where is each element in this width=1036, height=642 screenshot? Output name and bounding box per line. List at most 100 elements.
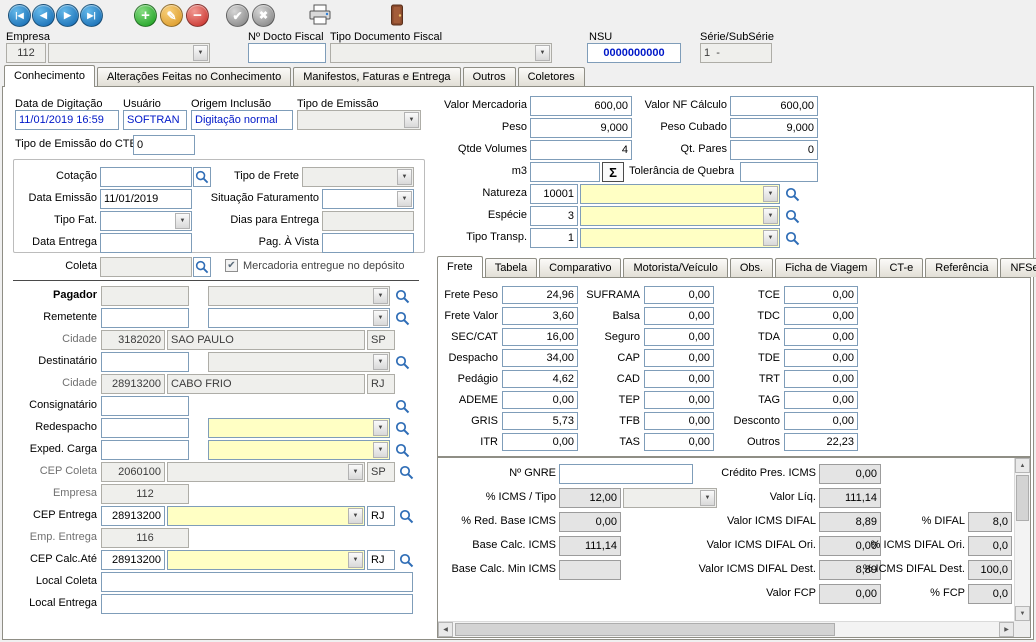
subtab-cte[interactable]: CT-e	[879, 258, 923, 277]
qtde-volumes-field[interactable]: 4	[530, 140, 632, 160]
frete-field[interactable]: 0,00	[502, 391, 578, 409]
frete-field[interactable]: 0,00	[784, 391, 858, 409]
scroll-up-icon[interactable]: ▲	[1015, 458, 1030, 473]
gnre-field[interactable]	[559, 464, 693, 484]
scroll-right-icon[interactable]: ▶	[999, 622, 1014, 637]
natureza-search-button[interactable]	[783, 184, 801, 204]
frete-field[interactable]: 34,00	[502, 349, 578, 367]
vertical-scrollbar-thumb[interactable]	[1016, 475, 1029, 521]
tipo-fat-select[interactable]: A Faturar ▼	[100, 211, 192, 231]
frete-field[interactable]: 0,00	[502, 433, 578, 451]
valor-mercadoria-field[interactable]: 600,00	[530, 96, 632, 116]
peso-cubado-field[interactable]: 9,000	[730, 118, 818, 138]
subtab-ficha-viagem[interactable]: Ficha de Viagem	[775, 258, 877, 277]
frete-field[interactable]: 22,23	[784, 433, 858, 451]
cep-entrega-codigo-field[interactable]: 28913200	[101, 506, 165, 526]
frete-field[interactable]: 24,96	[502, 286, 578, 304]
destinatario-codigo-field[interactable]	[101, 352, 189, 372]
subtab-comparativo[interactable]: Comparativo	[539, 258, 621, 277]
frete-field[interactable]: 0,00	[784, 412, 858, 430]
remetente-codigo-field[interactable]	[101, 308, 189, 328]
frete-field[interactable]: 0,00	[644, 412, 714, 430]
natureza-select[interactable]: Equipamentos hospitalares ▼	[580, 184, 780, 204]
redespacho-select[interactable]: ▼	[208, 418, 390, 438]
subtab-obs[interactable]: Obs.	[730, 258, 773, 277]
especie-search-button[interactable]	[783, 206, 801, 226]
tab-outros[interactable]: Outros	[463, 67, 516, 86]
cep-calc-codigo-field[interactable]: 28913200	[101, 550, 165, 570]
cotacao-search-button[interactable]	[193, 167, 211, 187]
situacao-faturamento-select[interactable]: Faturado ▼	[322, 189, 414, 209]
exit-button[interactable]	[388, 3, 406, 27]
subtab-referencia[interactable]: Referência	[925, 258, 998, 277]
last-record-button[interactable]: ▶|	[80, 4, 103, 27]
frete-field[interactable]: 0,00	[644, 286, 714, 304]
exped-carga-select[interactable]: ▼	[208, 440, 390, 460]
remetente-select[interactable]: ▼	[208, 308, 390, 328]
exped-carga-search-button[interactable]	[393, 440, 411, 460]
tab-manifestos[interactable]: Manifestos, Faturas e Entrega	[293, 67, 460, 86]
frete-field[interactable]: 0,00	[644, 307, 714, 325]
local-coleta-field[interactable]	[101, 572, 413, 592]
especie-codigo-field[interactable]: 3	[530, 206, 578, 226]
tolerancia-field[interactable]	[740, 162, 818, 182]
subtab-frete[interactable]: Frete	[437, 256, 483, 278]
tab-conhecimento[interactable]: Conhecimento	[4, 65, 95, 87]
subtab-tabela[interactable]: Tabela	[485, 258, 537, 277]
edit-record-button[interactable]: ✎	[160, 4, 183, 27]
tab-coletores[interactable]: Coletores	[518, 67, 585, 86]
frete-field[interactable]: 0,00	[784, 307, 858, 325]
cep-coleta-search-button[interactable]	[397, 462, 415, 482]
cotacao-field[interactable]	[100, 167, 192, 187]
nsu-field[interactable]: 0000000000	[587, 43, 681, 63]
redespacho-search-button[interactable]	[393, 418, 411, 438]
cep-calc-search-button[interactable]	[397, 550, 415, 570]
delete-record-button[interactable]: −	[186, 4, 209, 27]
cancel-button[interactable]: ✖	[252, 4, 275, 27]
tipo-emissao-cte-field[interactable]: 0	[133, 135, 195, 155]
print-button[interactable]	[306, 3, 334, 27]
next-record-button[interactable]: ▶	[56, 4, 79, 27]
horizontal-scrollbar-thumb[interactable]	[455, 623, 835, 636]
confirm-button[interactable]: ✔	[226, 4, 249, 27]
natureza-codigo-field[interactable]: 10001	[530, 184, 578, 204]
add-record-button[interactable]: +	[134, 4, 157, 27]
previous-record-button[interactable]: ◀	[32, 4, 55, 27]
cep-entrega-uf-field[interactable]: RJ	[367, 506, 395, 526]
remetente-search-button[interactable]	[393, 308, 411, 328]
docto-fiscal-field[interactable]	[248, 43, 326, 63]
data-entrega-field[interactable]	[100, 233, 192, 253]
local-entrega-field[interactable]	[101, 594, 413, 614]
sum-button[interactable]: Σ	[602, 162, 624, 182]
coleta-search-button[interactable]	[193, 257, 211, 277]
pag-avista-field[interactable]	[322, 233, 414, 253]
scroll-down-icon[interactable]: ▼	[1015, 606, 1030, 621]
frete-field[interactable]: 0,00	[644, 328, 714, 346]
consignatario-codigo-field[interactable]	[101, 396, 189, 416]
scroll-left-icon[interactable]: ◀	[438, 622, 453, 637]
cep-calc-uf-field[interactable]: RJ	[367, 550, 395, 570]
frete-field[interactable]: 5,73	[502, 412, 578, 430]
frete-field[interactable]: 0,00	[644, 391, 714, 409]
cep-entrega-cidade-select[interactable]: CABO FRIO ▼	[167, 506, 365, 526]
frete-field[interactable]: 0,00	[644, 370, 714, 388]
tipo-transp-select[interactable]: Carga Fracionada Cheia ▼	[580, 228, 780, 248]
frete-field[interactable]: 4,62	[502, 370, 578, 388]
tipo-transp-search-button[interactable]	[783, 228, 801, 248]
exped-carga-codigo-field[interactable]	[101, 440, 189, 460]
vertical-scrollbar[interactable]: ▲ ▼	[1014, 458, 1030, 621]
frete-field[interactable]: 16,00	[502, 328, 578, 346]
qt-pares-field[interactable]: 0	[730, 140, 818, 160]
frete-field[interactable]: 0,00	[784, 370, 858, 388]
pagador-search-button[interactable]	[393, 286, 411, 306]
tipo-transp-codigo-field[interactable]: 1	[530, 228, 578, 248]
cep-calc-cidade-select[interactable]: CABO FRIO ▼	[167, 550, 365, 570]
frete-field[interactable]: 0,00	[784, 349, 858, 367]
redespacho-codigo-field[interactable]	[101, 418, 189, 438]
destinatario-search-button[interactable]	[393, 352, 411, 372]
peso-field[interactable]: 9,000	[530, 118, 632, 138]
frete-field[interactable]: 0,00	[784, 286, 858, 304]
frete-field[interactable]: 3,60	[502, 307, 578, 325]
first-record-button[interactable]: |◀	[8, 4, 31, 27]
especie-select[interactable]: CAIXA DE PAPELAO ▼	[580, 206, 780, 226]
